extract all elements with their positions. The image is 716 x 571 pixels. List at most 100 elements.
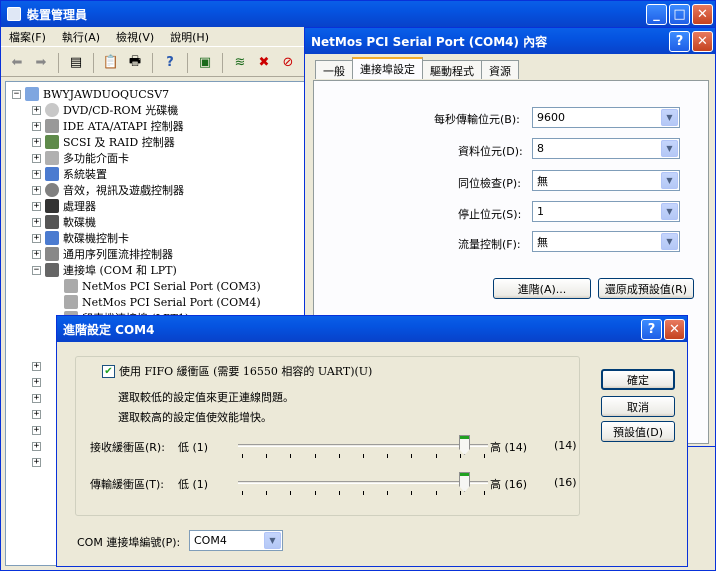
close-icon[interactable]: ✕: [692, 3, 713, 25]
device-manager-titlebar[interactable]: 裝置管理員 _ □ ✕: [1, 1, 715, 27]
expand-icon[interactable]: +: [32, 457, 41, 467]
scsi-controller-icon: [45, 135, 59, 149]
properties-icon[interactable]: 📋: [101, 53, 121, 73]
tab-resources[interactable]: 資源: [481, 60, 519, 79]
maximize-icon[interactable]: □: [669, 3, 690, 25]
tree-item[interactable]: + IDE ATA/ATAPI 控制器: [32, 118, 184, 134]
help-icon[interactable]: ?: [641, 318, 662, 340]
receive-slider-thumb[interactable]: [459, 435, 470, 455]
data-bits-select[interactable]: 8 ▼: [532, 138, 680, 159]
bits-per-second-select[interactable]: 9600 ▼: [532, 107, 680, 128]
parity-select[interactable]: 無 ▼: [532, 170, 680, 191]
tree-item[interactable]: + DVD/CD-ROM 光碟機: [32, 102, 178, 118]
flow-control-select[interactable]: 無 ▼: [532, 231, 680, 252]
tree-item[interactable]: + 軟碟機控制卡: [32, 230, 129, 246]
menu-action[interactable]: 執行(A): [54, 29, 108, 45]
tab-general[interactable]: 一般: [315, 60, 353, 79]
tree-item[interactable]: + 多功能介面卡: [32, 150, 129, 166]
tree-item[interactable]: + SCSI 及 RAID 控制器: [32, 134, 175, 150]
transmit-low-label: 低 (1): [178, 478, 209, 491]
advanced-button[interactable]: 進階(A)...: [493, 278, 591, 299]
tree-item-label: IDE ATA/ATAPI 控制器: [63, 120, 184, 133]
ok-button[interactable]: 確定: [601, 369, 675, 390]
tree-child[interactable]: NetMos PCI Serial Port (COM4): [64, 294, 261, 310]
chevron-down-icon[interactable]: ▼: [661, 172, 678, 189]
expand-icon[interactable]: +: [32, 441, 41, 451]
serial-port-icon: [64, 295, 78, 309]
show-hide-tree-icon[interactable]: ▤: [66, 53, 86, 73]
expand-icon[interactable]: +: [32, 361, 41, 371]
select-value: 無: [537, 174, 548, 188]
tree-item[interactable]: + 音效，視訊及遊戲控制器: [32, 182, 184, 198]
tree-item-hidden[interactable]: +: [32, 454, 45, 470]
disable-icon[interactable]: ⊘: [278, 53, 298, 73]
menu-help[interactable]: 說明(H): [162, 29, 217, 45]
tab-driver[interactable]: 驅動程式: [422, 60, 482, 79]
tree-item[interactable]: + 通用序列匯流排控制器: [32, 246, 173, 262]
fifo-checkbox[interactable]: ✔: [102, 364, 115, 378]
chevron-down-icon[interactable]: ▼: [661, 140, 678, 157]
help-icon[interactable]: ?: [160, 53, 180, 73]
menu-file[interactable]: 檔案(F): [1, 29, 54, 45]
chevron-down-icon[interactable]: ▼: [661, 203, 678, 220]
expand-icon[interactable]: +: [32, 377, 41, 387]
expand-icon[interactable]: +: [32, 121, 41, 131]
expand-icon[interactable]: +: [32, 409, 41, 419]
expand-icon[interactable]: +: [32, 217, 41, 227]
tree-item-hidden[interactable]: +: [32, 374, 45, 390]
tree-item-label: 多功能介面卡: [63, 152, 129, 165]
minimize-icon[interactable]: _: [646, 3, 667, 25]
slider-tick: [411, 491, 413, 495]
menu-view[interactable]: 檢視(V): [108, 29, 162, 45]
expand-icon[interactable]: +: [32, 249, 41, 259]
expand-icon[interactable]: +: [32, 169, 41, 179]
cancel-button[interactable]: 取消: [601, 396, 675, 417]
tree-item-hidden[interactable]: +: [32, 390, 45, 406]
tree-item[interactable]: + 軟碟機: [32, 214, 96, 230]
back-icon[interactable]: ⬅: [7, 53, 27, 73]
defaults-button[interactable]: 預設值(D): [601, 421, 675, 442]
tree-item-hidden[interactable]: +: [32, 406, 45, 422]
expand-icon[interactable]: +: [32, 425, 41, 435]
fifo-checkbox-row[interactable]: ✔ 使用 FIFO 緩衝區 (需要 16550 相容的 UART)(U): [102, 363, 375, 379]
receive-slider-track[interactable]: [238, 444, 488, 447]
tree-item-hidden[interactable]: +: [32, 422, 45, 438]
update-driver-icon[interactable]: ≋: [230, 53, 250, 73]
tree-item[interactable]: − 連接埠 (COM 和 LPT): [32, 262, 177, 278]
properties-titlebar[interactable]: NetMos PCI Serial Port (COM4) 內容 ? ✕: [305, 28, 715, 54]
transmit-slider-thumb[interactable]: [459, 472, 470, 492]
com-port-select[interactable]: COM4 ▼: [189, 530, 283, 551]
processor-icon: [45, 199, 59, 213]
tab-port-settings[interactable]: 連接埠設定: [352, 57, 423, 79]
expand-icon[interactable]: +: [32, 185, 41, 195]
collapse-icon[interactable]: −: [12, 89, 21, 99]
chevron-down-icon[interactable]: ▼: [661, 233, 678, 250]
close-icon[interactable]: ✕: [664, 318, 685, 340]
chevron-down-icon[interactable]: ▼: [661, 109, 678, 126]
tree-item[interactable]: + 系統裝置: [32, 166, 107, 182]
chevron-down-icon[interactable]: ▼: [264, 532, 281, 549]
expand-icon[interactable]: +: [32, 393, 41, 403]
help-icon[interactable]: ?: [669, 30, 690, 52]
collapse-icon[interactable]: −: [32, 265, 41, 275]
expand-icon[interactable]: +: [32, 233, 41, 243]
expand-icon[interactable]: +: [32, 201, 41, 211]
uninstall-icon[interactable]: ✖: [254, 53, 274, 73]
expand-icon[interactable]: +: [32, 153, 41, 163]
transmit-slider-track[interactable]: [238, 481, 488, 484]
expand-icon[interactable]: +: [32, 105, 41, 115]
tree-item-hidden[interactable]: +: [32, 358, 45, 374]
tree-item[interactable]: + 處理器: [32, 198, 96, 214]
tree-child[interactable]: NetMos PCI Serial Port (COM3): [64, 278, 261, 294]
print-icon[interactable]: 🖶: [125, 53, 145, 73]
expand-icon[interactable]: +: [32, 137, 41, 147]
stop-bits-select[interactable]: 1 ▼: [532, 201, 680, 222]
tree-item-hidden[interactable]: +: [32, 438, 45, 454]
restore-defaults-button[interactable]: 還原成預設值(R): [598, 278, 694, 299]
tree-root[interactable]: − BWYJAWDUOQUCSV7: [12, 86, 169, 102]
close-icon[interactable]: ✕: [692, 30, 713, 52]
scan-hardware-icon[interactable]: ▣: [195, 53, 215, 73]
forward-icon[interactable]: ➡: [31, 53, 51, 73]
advanced-titlebar[interactable]: 進階設定 COM4 ? ✕: [57, 316, 687, 342]
floppy-icon: [45, 215, 59, 229]
